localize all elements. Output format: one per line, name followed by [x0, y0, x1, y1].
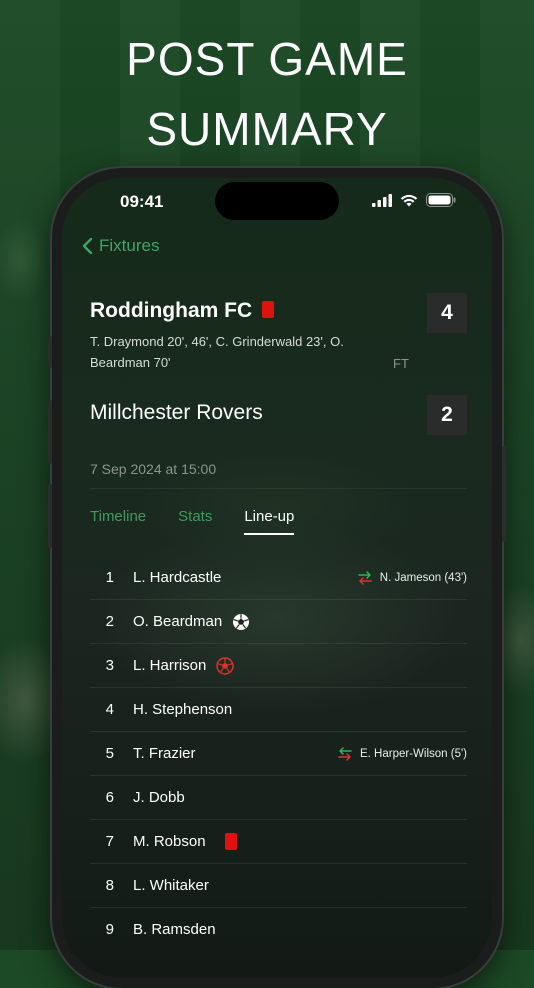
- player-number: 5: [105, 745, 114, 762]
- player-name: O. Beardman: [133, 613, 223, 630]
- lineup-row[interactable]: 7 M. Robson: [90, 820, 467, 864]
- home-scorers: T. Draymond 20', 46', C. Grinderwald 23'…: [90, 334, 344, 370]
- phone-frame: 09:41 Fixtures Roddingham FC 4 T. Draymo…: [48, 168, 506, 988]
- tab-timeline[interactable]: Timeline: [90, 508, 146, 535]
- away-score: 2: [427, 395, 467, 435]
- goal-ball-icon: [232, 613, 250, 631]
- substitute-name: N. Jameson (43'): [379, 571, 467, 584]
- home-team: Roddingham FC: [90, 299, 275, 323]
- player-number: 4: [105, 701, 114, 718]
- player-name: B. Ramsden: [133, 921, 216, 938]
- player-number: 7: [105, 833, 114, 850]
- dynamic-island: [215, 182, 339, 220]
- lineup-row[interactable]: 1 L. Hardcastle N. Jameson (43'): [90, 556, 467, 600]
- player-number: 8: [105, 877, 114, 894]
- lineup-row[interactable]: 2 O. Beardman: [90, 600, 467, 644]
- player-name: L. Harrison: [133, 657, 207, 674]
- lineup-row[interactable]: 9 B. Ramsden: [90, 908, 467, 951]
- player-number: 9: [105, 921, 114, 938]
- lineup-row[interactable]: 6 J. Dobb: [90, 776, 467, 820]
- lineup-row[interactable]: 3 L. Harrison: [90, 644, 467, 688]
- lineup-row[interactable]: 5 T. Frazier E. Harper-Wilson (5'): [90, 732, 467, 776]
- match-datetime: 7 Sep 2024 at 15:00: [90, 461, 217, 477]
- lineup-row[interactable]: 8 L. Whitaker: [90, 864, 467, 908]
- phone-power-button: [502, 446, 506, 542]
- phone-screen: 09:41 Fixtures Roddingham FC 4 T. Draymo…: [62, 178, 492, 978]
- lineup-list: 1 L. Hardcastle N. Jameson (43') 2 O. Be…: [90, 556, 467, 951]
- player-name: H. Stephenson: [133, 701, 233, 718]
- back-button[interactable]: Fixtures: [82, 236, 159, 256]
- signal-icon: [372, 193, 392, 207]
- own-goal-ball-icon: [216, 656, 235, 675]
- player-name: L. Whitaker: [133, 877, 209, 894]
- wifi-icon: [400, 194, 418, 206]
- chevron-left-icon: [82, 237, 93, 255]
- red-card-icon: [262, 301, 275, 318]
- status-time: 09:41: [120, 192, 164, 211]
- red-card-icon: [216, 833, 237, 850]
- promo-headline: POST GAME SUMMARY: [0, 24, 534, 164]
- substitute-name: E. Harper-Wilson (5'): [360, 747, 467, 760]
- home-team-name: Roddingham FC: [90, 299, 253, 322]
- player-name: M. Robson: [133, 833, 206, 850]
- player-number: 6: [105, 789, 114, 806]
- status-icons: [372, 193, 456, 207]
- divider: [90, 488, 467, 489]
- player-name: J. Dobb: [133, 789, 185, 806]
- battery-icon: [426, 193, 456, 207]
- match-status: FT: [393, 356, 409, 371]
- lineup-row[interactable]: 4 H. Stephenson: [90, 688, 467, 732]
- substitution: E. Harper-Wilson (5'): [338, 746, 467, 761]
- phone-volume-down-button: [48, 484, 52, 548]
- tab-bar: Timeline Stats Line-up: [90, 508, 295, 535]
- player-number: 3: [105, 657, 114, 674]
- home-score: 4: [427, 293, 467, 333]
- player-number: 2: [105, 613, 114, 630]
- phone-action-button: [48, 336, 52, 368]
- back-label: Fixtures: [99, 236, 160, 255]
- player-name: L. Hardcastle: [133, 569, 222, 586]
- substitution: N. Jameson (43'): [358, 570, 467, 585]
- headline-line-1: POST GAME: [126, 33, 408, 85]
- substitution-icon: [358, 570, 372, 585]
- player-name: T. Frazier: [133, 745, 196, 762]
- tab-stats[interactable]: Stats: [178, 508, 212, 535]
- tab-line-up[interactable]: Line-up: [244, 508, 295, 535]
- away-team-name: Millchester Rovers: [90, 401, 263, 424]
- player-number: 1: [105, 569, 114, 586]
- phone-volume-up-button: [48, 400, 52, 464]
- substitution-icon: [338, 746, 352, 761]
- headline-line-2: SUMMARY: [146, 103, 388, 155]
